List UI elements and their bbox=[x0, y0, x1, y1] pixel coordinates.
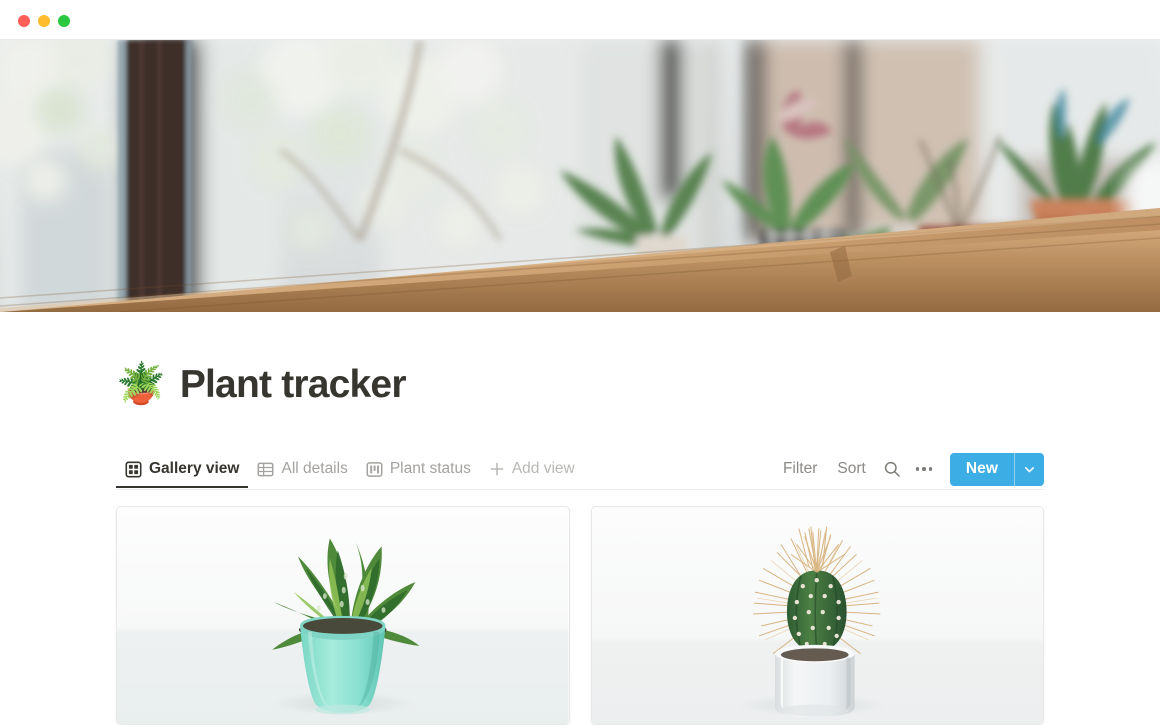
gallery-icon bbox=[125, 460, 142, 478]
new-button-group: New bbox=[949, 452, 1044, 486]
view-tabs: Gallery view All details Plant status Ad… bbox=[116, 450, 584, 488]
minimize-window-button[interactable] bbox=[38, 15, 50, 27]
board-icon bbox=[366, 461, 383, 478]
ellipsis-dots bbox=[915, 467, 933, 471]
close-window-button[interactable] bbox=[18, 15, 30, 27]
tab-plant-status[interactable]: Plant status bbox=[357, 450, 480, 488]
view-toolbar: Gallery view All details Plant status Ad… bbox=[116, 450, 1044, 490]
traffic-lights bbox=[18, 15, 70, 27]
page-cover-image bbox=[0, 40, 1160, 312]
search-icon[interactable] bbox=[876, 452, 908, 486]
tab-gallery-view[interactable]: Gallery view bbox=[116, 450, 249, 488]
ellipsis-icon[interactable] bbox=[908, 452, 940, 486]
add-view-label: Add view bbox=[511, 460, 575, 477]
window-titlebar bbox=[0, 0, 1160, 40]
maximize-window-button[interactable] bbox=[58, 15, 70, 27]
sort-button[interactable]: Sort bbox=[827, 452, 875, 486]
tab-label: Plant status bbox=[389, 460, 471, 477]
tab-label: Gallery view bbox=[149, 460, 240, 477]
new-button-dropdown-chevron-down-icon[interactable] bbox=[1015, 453, 1044, 486]
gallery-card-grid bbox=[116, 506, 1044, 725]
gallery-card-succulent[interactable] bbox=[116, 506, 570, 725]
page-title: Plant tracker bbox=[179, 362, 407, 406]
page-body: 🪴 Plant tracker Gallery view All details… bbox=[0, 312, 1160, 725]
view-toolbar-divider bbox=[116, 489, 1044, 490]
add-view-button[interactable]: Add view bbox=[480, 450, 584, 488]
gallery-card-cactus[interactable] bbox=[590, 506, 1044, 725]
new-button[interactable]: New bbox=[950, 453, 1014, 486]
table-icon bbox=[257, 461, 274, 478]
filter-button[interactable]: Filter bbox=[773, 452, 827, 486]
page-title-row: 🪴 Plant tracker bbox=[116, 362, 407, 406]
tab-label: All details bbox=[281, 460, 348, 477]
tab-all-details[interactable]: All details bbox=[248, 450, 356, 488]
view-actions-toolbar: Filter Sort New bbox=[773, 452, 1044, 486]
plus-icon bbox=[489, 461, 505, 477]
page-icon-potted-plant-icon[interactable]: 🪴 bbox=[116, 364, 166, 404]
